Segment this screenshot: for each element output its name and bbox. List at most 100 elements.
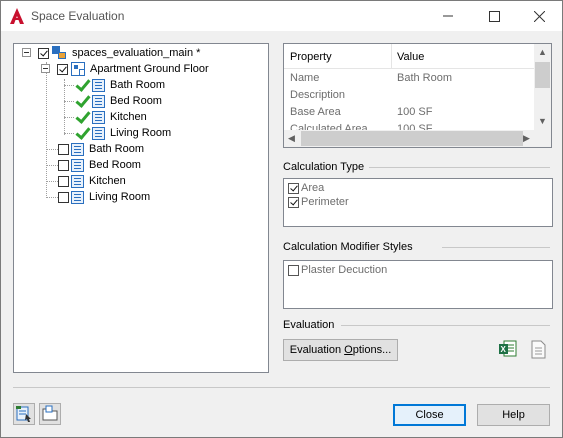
- calculation-type-list[interactable]: Area Perimeter: [283, 178, 553, 227]
- space-assign-icon: [16, 406, 31, 422]
- document-export-icon: [531, 340, 546, 359]
- floor-icon: [71, 62, 85, 76]
- tree-node-space[interactable]: Kitchen: [58, 173, 126, 189]
- value-column-header[interactable]: Value: [397, 51, 424, 63]
- property-row[interactable]: Name Bath Room: [284, 70, 534, 87]
- button-label: Close: [415, 409, 444, 421]
- plaster-deduction-checkbox[interactable]: [288, 264, 299, 276]
- group-divider: [341, 325, 550, 326]
- window-title: Space Evaluation: [31, 9, 125, 23]
- tree-connector: [64, 101, 74, 102]
- tree-node-label: spaces_evaluation_main *: [72, 47, 201, 59]
- tree-node-label: Kitchen: [110, 111, 147, 123]
- tree-node-label: Kitchen: [89, 175, 126, 187]
- tree-connector: [64, 133, 74, 134]
- space-assign-button[interactable]: [13, 403, 35, 425]
- property-value: Bath Room: [397, 72, 453, 84]
- space-checkbox[interactable]: [58, 175, 69, 187]
- tree-node-label: Living Room: [110, 127, 172, 139]
- horizontal-scrollbar[interactable]: ◀ ▶: [284, 130, 534, 147]
- collapse-toggle[interactable]: [22, 48, 31, 57]
- properties-header: Property Value: [284, 44, 534, 69]
- space-checkbox[interactable]: [58, 143, 69, 155]
- area-checkbox[interactable]: [288, 182, 299, 194]
- property-row[interactable]: Description: [284, 87, 534, 104]
- footer-divider: [13, 387, 550, 388]
- property-row[interactable]: Base Area 100 SF: [284, 104, 534, 121]
- maximize-button[interactable]: [471, 1, 517, 31]
- item-label: Plaster Decuction: [301, 264, 388, 276]
- document-export-button[interactable]: [528, 339, 550, 361]
- green-check-icon: [74, 78, 90, 92]
- close-button[interactable]: Close: [393, 404, 466, 426]
- tree-node-space[interactable]: Bath Room: [74, 77, 165, 93]
- tree-node-space[interactable]: Bath Room: [58, 141, 144, 157]
- evaluation-options-button[interactable]: Evaluation Options...: [283, 339, 398, 361]
- folder-space-icon: [42, 405, 58, 421]
- space-icon: [92, 78, 105, 92]
- property-column-header[interactable]: Property: [290, 51, 332, 63]
- button-label-part: Evaluation: [289, 344, 345, 356]
- excel-export-button[interactable]: X: [498, 339, 520, 361]
- tree-node-space[interactable]: Bed Room: [74, 93, 162, 109]
- scroll-thumb[interactable]: [301, 131, 523, 146]
- tree-node-label: Bath Room: [89, 143, 145, 155]
- tree-node-space[interactable]: Kitchen: [74, 109, 147, 125]
- space-icon: [71, 158, 84, 172]
- scroll-thumb[interactable]: [535, 62, 550, 88]
- space-icon: [71, 190, 84, 204]
- tree-node-space[interactable]: Bed Room: [58, 157, 141, 173]
- modifier-style-item[interactable]: Plaster Decuction: [288, 263, 387, 277]
- modifier-styles-title: Calculation Modifier Styles: [283, 241, 413, 253]
- minimize-icon: [443, 15, 453, 17]
- column-divider[interactable]: [391, 44, 392, 68]
- perimeter-checkbox[interactable]: [288, 196, 299, 208]
- calculation-type-item[interactable]: Area: [288, 181, 324, 195]
- calculation-type-title: Calculation Type: [283, 161, 365, 173]
- properties-grid[interactable]: Property Value Name Bath Room Descriptio…: [283, 43, 552, 148]
- calculation-type-item[interactable]: Perimeter: [288, 195, 349, 209]
- title-bar: Space Evaluation: [1, 1, 562, 31]
- tree-connector: [64, 85, 74, 86]
- tree-node-root[interactable]: spaces_evaluation_main *: [38, 45, 200, 61]
- tree-node-space[interactable]: Living Room: [74, 125, 171, 141]
- vertical-scrollbar[interactable]: ▲ ▼: [534, 44, 551, 130]
- space-tree-view[interactable]: spaces_evaluation_main * Apartment Groun…: [13, 43, 269, 373]
- scroll-up-icon[interactable]: ▲: [538, 47, 547, 57]
- button-label-part: ptions...: [352, 344, 392, 356]
- space-icon: [92, 94, 105, 108]
- evaluation-title: Evaluation: [283, 319, 335, 331]
- tree-connector: [64, 79, 65, 135]
- modifier-styles-list[interactable]: Plaster Decuction: [283, 260, 553, 309]
- tree-connector: [46, 62, 47, 198]
- tree-node-label: Bed Room: [89, 159, 141, 171]
- tree-node-floor[interactable]: Apartment Ground Floor: [57, 61, 209, 77]
- help-button[interactable]: Help: [477, 404, 550, 426]
- scroll-corner: [534, 130, 551, 147]
- scroll-right-icon[interactable]: ▶: [523, 133, 530, 144]
- button-label: Help: [502, 409, 525, 421]
- svg-text:X: X: [501, 345, 507, 354]
- tree-node-space[interactable]: Living Room: [58, 189, 150, 205]
- tree-node-label: Bed Room: [110, 95, 162, 107]
- space-icon: [92, 110, 105, 124]
- space-icon: [71, 174, 84, 188]
- space-checkbox[interactable]: [58, 159, 69, 171]
- property-name: Base Area: [290, 106, 341, 118]
- button-accelerator: O: [344, 344, 353, 356]
- root-checkbox[interactable]: [38, 47, 49, 59]
- folder-space-button[interactable]: [39, 403, 61, 425]
- close-window-button[interactable]: [516, 1, 562, 31]
- group-divider: [442, 247, 550, 248]
- item-label: Area: [301, 182, 325, 194]
- scroll-down-icon[interactable]: ▼: [538, 116, 547, 126]
- green-check-icon: [74, 110, 90, 124]
- excel-export-icon: X: [499, 340, 517, 357]
- floor-checkbox[interactable]: [57, 63, 68, 75]
- minimize-button[interactable]: [425, 1, 471, 31]
- space-checkbox[interactable]: [58, 191, 69, 203]
- project-icon: [52, 46, 67, 60]
- collapse-toggle[interactable]: [41, 64, 50, 73]
- tree-connector: [64, 117, 74, 118]
- scroll-left-icon[interactable]: ◀: [288, 133, 295, 144]
